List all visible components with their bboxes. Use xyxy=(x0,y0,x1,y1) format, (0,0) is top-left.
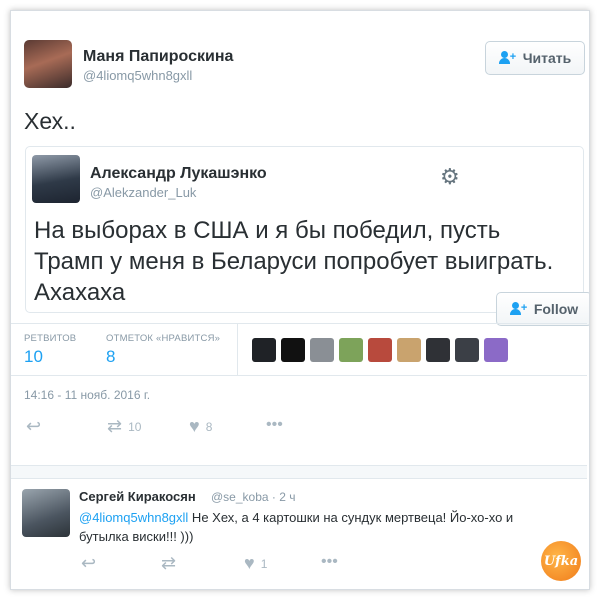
retweets-label: РЕТВИТОВ xyxy=(24,333,77,344)
reply-like-button[interactable]: ♥ 1 xyxy=(244,553,267,574)
liker-avatar[interactable] xyxy=(455,338,479,362)
reply-meta: @se_koba · 2 ч xyxy=(211,490,296,504)
liker-avatar[interactable] xyxy=(310,338,334,362)
liker-avatar[interactable] xyxy=(426,338,450,362)
more-icon: ••• xyxy=(321,553,338,570)
quoted-tweet[interactable]: Александр Лукашэнко @Alekzander_Luk ⚙ + … xyxy=(25,146,589,326)
reply-author-name[interactable]: Сергей Киракосян xyxy=(79,489,196,504)
reply-separator xyxy=(11,465,587,479)
retweets-count[interactable]: 10 xyxy=(24,347,43,367)
quoted-tweet-text: На выборах в США и я бы победил, пусть Т… xyxy=(34,217,554,306)
reply-author-handle[interactable]: @se_koba xyxy=(211,490,269,504)
likes-label: ОТМЕТОК «НРАВИТСЯ» xyxy=(106,333,221,344)
liker-avatar[interactable] xyxy=(252,338,276,362)
retweet-button[interactable]: ⇄ 10 xyxy=(107,416,141,437)
reply-author-avatar[interactable] xyxy=(22,489,70,537)
follow-button-label: Читать xyxy=(522,50,572,66)
stats-divider xyxy=(237,324,238,375)
quoted-author-name[interactable]: Александр Лукашэнко xyxy=(90,165,267,183)
more-icon: ••• xyxy=(266,416,283,433)
reply-like-count: 1 xyxy=(260,556,268,571)
retweet-icon: ⇄ xyxy=(107,416,123,436)
reply-time[interactable]: · 2 ч xyxy=(272,490,296,504)
reply-retweet-button[interactable]: ⇄ xyxy=(161,553,176,574)
author-avatar[interactable] xyxy=(24,40,72,88)
like-button[interactable]: ♥ 8 xyxy=(189,416,212,437)
liker-avatar[interactable] xyxy=(484,338,508,362)
follow-button[interactable]: + Читать xyxy=(485,41,585,75)
liker-avatar[interactable] xyxy=(281,338,305,362)
reply-icon: ↩ xyxy=(26,416,42,436)
reply-text: @4liomq5whn8gxll Не Хех, а 4 картошки на… xyxy=(79,508,559,546)
retweet-icon: ⇄ xyxy=(161,553,177,573)
heart-icon: ♥ xyxy=(244,553,255,573)
more-button[interactable]: ••• xyxy=(266,416,283,434)
liker-avatar[interactable] xyxy=(339,338,363,362)
reply-mention[interactable]: @4liomq5whn8gxll xyxy=(79,510,188,525)
retweet-action-count: 10 xyxy=(128,419,142,434)
reply-button[interactable]: ↩ xyxy=(26,416,41,437)
quoted-author-avatar[interactable] xyxy=(32,155,80,203)
author-handle[interactable]: @4liomq5whn8gxll xyxy=(83,68,192,83)
tweet-text: Хех.. xyxy=(24,108,76,134)
quoted-author-handle[interactable]: @Alekzander_Luk xyxy=(90,185,196,200)
heart-icon: ♥ xyxy=(189,416,200,436)
gear-icon[interactable]: ⚙ xyxy=(440,164,460,190)
likes-count[interactable]: 8 xyxy=(106,347,115,367)
reply-icon: ↩ xyxy=(81,553,97,573)
watermark-logo: Ufka xyxy=(541,541,581,581)
like-action-count: 8 xyxy=(205,419,213,434)
liker-avatar[interactable] xyxy=(397,338,421,362)
tweet-timestamp[interactable]: 14:16 - 11 нояб. 2016 г. xyxy=(24,388,150,402)
liker-avatar[interactable] xyxy=(368,338,392,362)
tweet-card: Маня Папироскина @4liomq5whn8gxll + Чита… xyxy=(10,10,590,590)
author-name[interactable]: Маня Папироскина xyxy=(83,48,233,66)
reply-reply-button[interactable]: ↩ xyxy=(81,553,96,574)
follow-person-icon: + xyxy=(498,51,517,65)
reply-more-button[interactable]: ••• xyxy=(321,553,338,571)
